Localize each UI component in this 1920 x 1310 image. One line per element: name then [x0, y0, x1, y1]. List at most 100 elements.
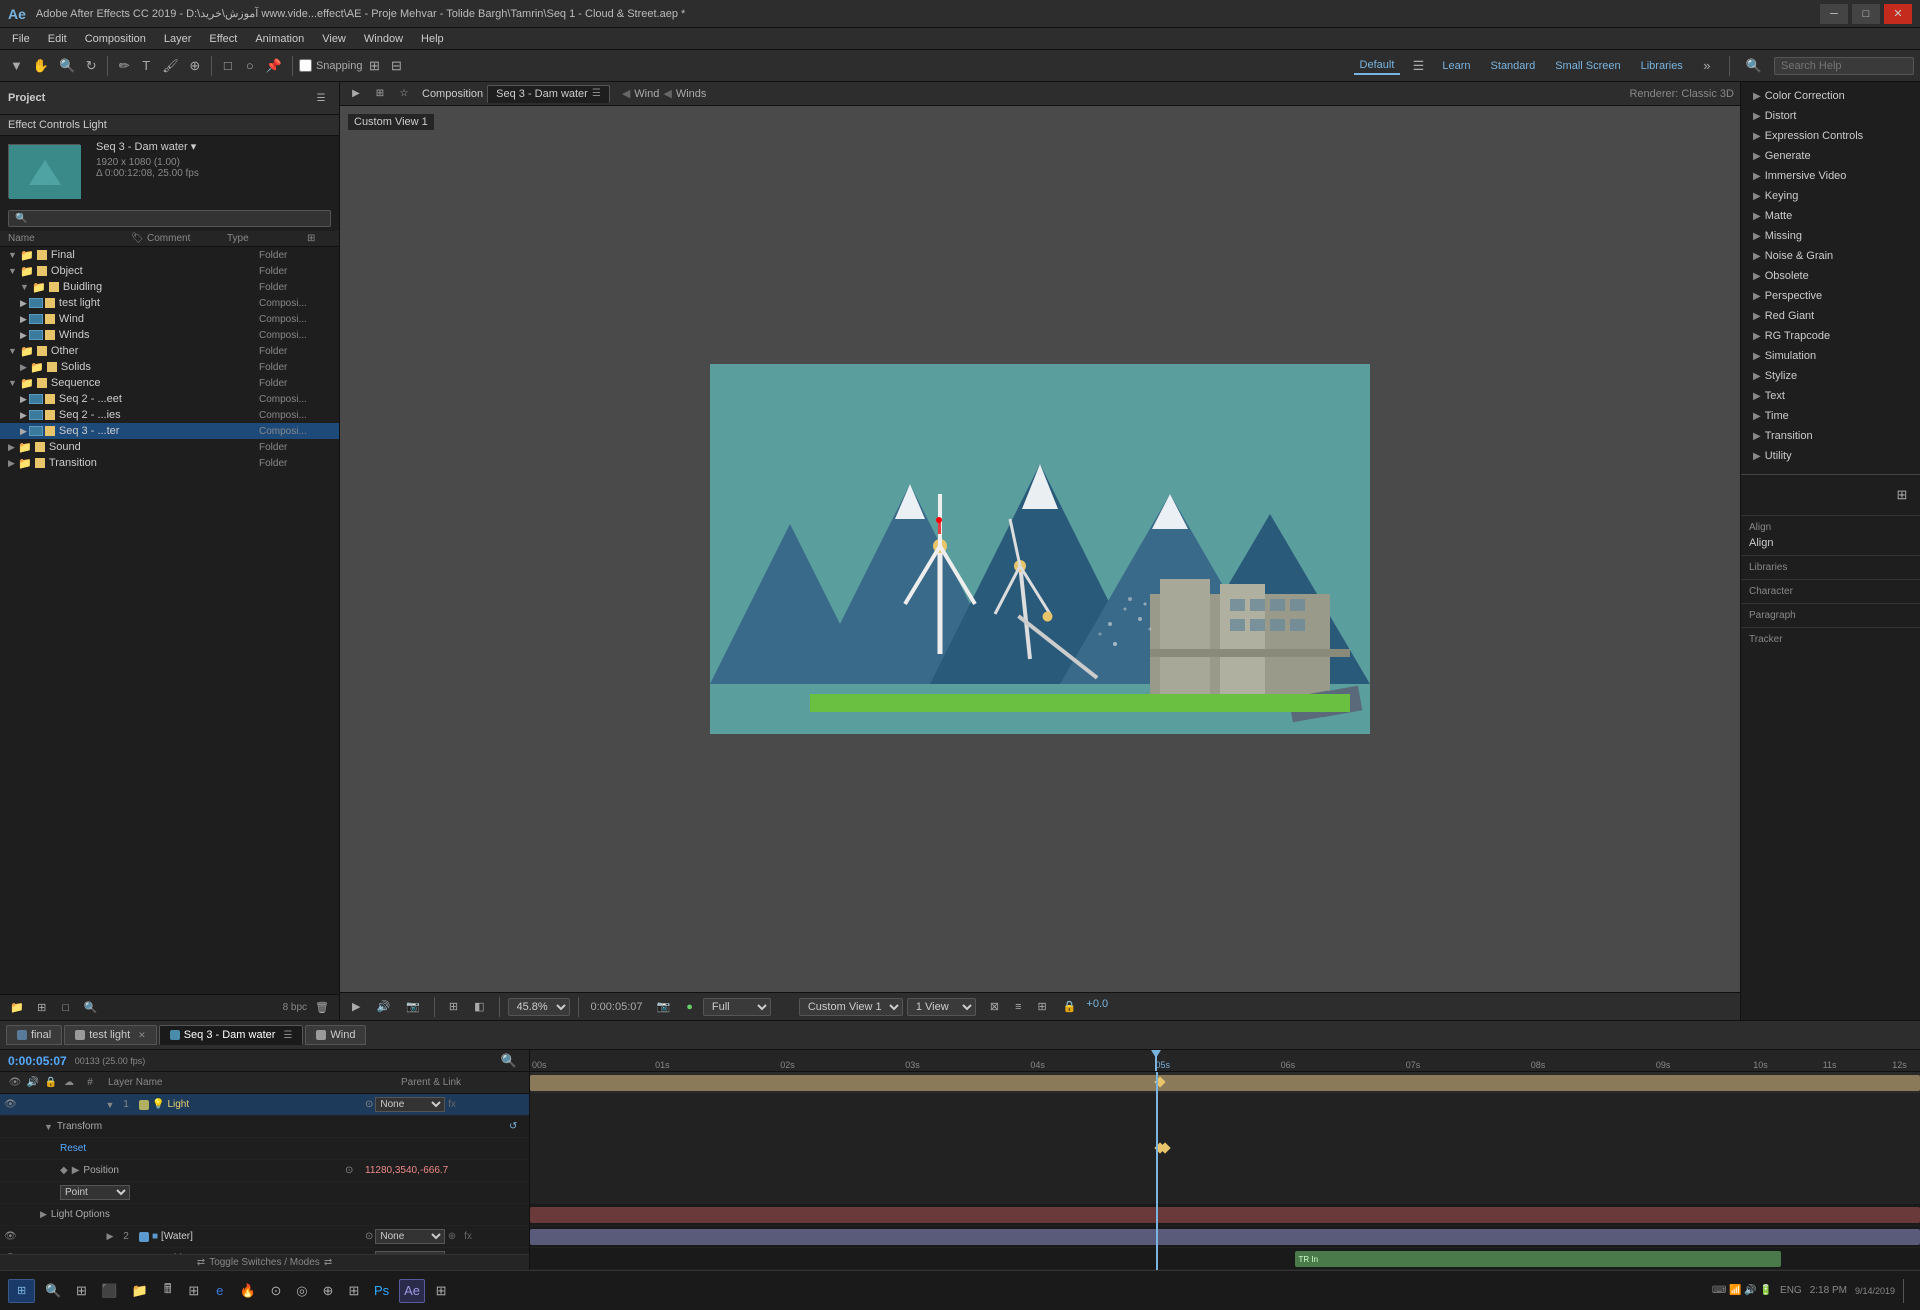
list-item[interactable]: ▶ 📁 Sound Folder [0, 439, 339, 455]
view-mode-dropdown[interactable]: Custom View 1 Active Camera Front Top [799, 998, 903, 1016]
comp-render-button[interactable]: ☆ [394, 82, 414, 106]
list-item[interactable]: ▶ Winds Composi... [0, 327, 339, 343]
comp-settings-button[interactable]: ▶ [346, 82, 366, 106]
menu-help[interactable]: Help [413, 31, 452, 47]
maximize-button[interactable]: □ [1852, 4, 1880, 24]
new-comp-button[interactable]: ⊞ [32, 996, 52, 1020]
pen-tool-button[interactable]: ✏ [114, 54, 134, 78]
composition-tab[interactable]: Seq 3 - Dam water ☰ [487, 85, 610, 103]
text-tool-button[interactable]: T [136, 54, 156, 78]
viewer-camera-button[interactable]: 📷 [651, 998, 677, 1015]
effect-matte[interactable]: ▶ Matte [1741, 206, 1920, 226]
taskbar-app2-button[interactable]: ◎ [292, 1279, 312, 1303]
shape-ellipse-button[interactable]: ○ [240, 54, 260, 78]
effect-time[interactable]: ▶ Time [1741, 406, 1920, 426]
taskbar-chrome-button[interactable]: ⊙ [266, 1279, 286, 1303]
viewer-toggle-3d-button[interactable]: ⊠ [984, 998, 1005, 1015]
list-item[interactable]: ▼ 📁 Buidling Folder [0, 279, 339, 295]
breadcrumb-winds[interactable]: Winds [676, 88, 707, 100]
toggle-switches-button[interactable]: ⇄ [197, 1257, 205, 1268]
layer-row[interactable]: 👁 ▶ 2 ■ [Water] ⊙ None ⊕ fx [0, 1226, 529, 1248]
taskbar-app1-button[interactable]: ⊞ [184, 1279, 204, 1303]
point-type-select[interactable]: Point [60, 1185, 130, 1200]
search-help-input[interactable] [1774, 57, 1914, 75]
shape-rect-button[interactable]: □ [218, 54, 238, 78]
menu-layer[interactable]: Layer [156, 31, 200, 47]
list-item[interactable]: ▶ test light Composi... [0, 295, 339, 311]
timeline-search-button[interactable]: 🔍 [497, 1049, 521, 1073]
list-item[interactable]: ▼ 📁 Final Folder [0, 247, 339, 263]
menu-effect[interactable]: Effect [201, 31, 245, 47]
layer-expand-icon[interactable]: ▼ [104, 1100, 116, 1110]
taskbar-ae-button[interactable]: Ae [399, 1279, 425, 1303]
menu-animation[interactable]: Animation [247, 31, 312, 47]
delete-button[interactable]: 🗑 [311, 996, 333, 1020]
menu-window[interactable]: Window [356, 31, 411, 47]
viewer-grid-button[interactable]: ⊞ [443, 998, 464, 1015]
effect-obsolete[interactable]: ▶ Obsolete [1741, 266, 1920, 286]
layer-row[interactable]: 👁 ▼ 1 💡 Light ⊙ None fx [0, 1094, 529, 1116]
list-item[interactable]: ▼ 📁 Sequence Folder [0, 375, 339, 391]
taskbar-ps-button[interactable]: Ps [370, 1279, 393, 1303]
timeline-tab-final[interactable]: final [6, 1025, 62, 1045]
comp-tab-menu-button[interactable]: ☰ [592, 88, 601, 99]
effect-missing[interactable]: ▶ Missing [1741, 226, 1920, 246]
workspace-menu-button[interactable]: ☰ [1408, 54, 1428, 78]
effect-noise-grain[interactable]: ▶ Noise & Grain [1741, 246, 1920, 266]
effect-immersive-video[interactable]: ▶ Immersive Video [1741, 166, 1920, 186]
project-menu-button[interactable]: ☰ [311, 86, 331, 110]
right-panel-button[interactable]: ⊞ [1892, 483, 1912, 507]
new-solid-button[interactable]: □ [56, 996, 76, 1020]
tab-menu-button[interactable]: ☰ [283, 1030, 292, 1041]
quality-dropdown[interactable]: Full Half Quarter [703, 998, 771, 1016]
effect-generate[interactable]: ▶ Generate [1741, 146, 1920, 166]
grid-btn[interactable]: ⊟ [386, 54, 406, 78]
project-search-input[interactable] [8, 210, 331, 227]
close-button[interactable]: ✕ [1884, 4, 1912, 24]
effect-perspective[interactable]: ▶ Perspective [1741, 286, 1920, 306]
taskbar-edge-button[interactable]: e [210, 1279, 230, 1303]
timeline-tab-seq3[interactable]: Seq 3 - Dam water ☰ [159, 1025, 304, 1045]
zoom-dropdown[interactable]: 45.8% 100% 50% 25% [508, 998, 570, 1016]
menu-composition[interactable]: Composition [77, 31, 154, 47]
list-item[interactable]: ▼ 📁 Object Folder [0, 263, 339, 279]
list-item[interactable]: ▶ 📁 Solids Folder [0, 359, 339, 375]
minimize-button[interactable]: ─ [1820, 4, 1848, 24]
effect-stylize[interactable]: ▶ Stylize [1741, 366, 1920, 386]
search-icon[interactable]: 🔍 [1742, 54, 1766, 78]
zoom-tool-button[interactable]: 🔍 [55, 54, 79, 78]
effect-distort[interactable]: ▶ Distort [1741, 106, 1920, 126]
taskbar-ie-button[interactable]: ⬛ [97, 1279, 121, 1303]
list-item[interactable]: ▶ Seq 2 - ...eet Composi... [0, 391, 339, 407]
taskbar-files-button[interactable]: 📁 [128, 1279, 152, 1303]
viewer-lock-button[interactable]: 🔒 [1057, 998, 1083, 1015]
layer-visibility-icon[interactable]: 👁 [4, 1231, 18, 1242]
select-tool-button[interactable]: ▼ [6, 54, 27, 78]
effect-color-correction[interactable]: ▶ Color Correction [1741, 86, 1920, 106]
viewer-toggle-button[interactable]: ◧ [468, 998, 490, 1015]
effect-expression-controls[interactable]: ▶ Expression Controls [1741, 126, 1920, 146]
taskbar-calc-button[interactable]: 🖩 [158, 1279, 178, 1303]
taskbar-app5-button[interactable]: ⊞ [431, 1279, 451, 1303]
effect-red-giant[interactable]: ▶ Red Giant [1741, 306, 1920, 326]
list-item[interactable]: ▶ Seq 2 - ...ies Composi... [0, 407, 339, 423]
effect-text[interactable]: ▶ Text [1741, 386, 1920, 406]
snapping-checkbox[interactable] [299, 59, 312, 72]
workspace-more-button[interactable]: » [1697, 54, 1717, 78]
list-item[interactable]: ▼ 📁 Other Folder [0, 343, 339, 359]
viewer-preview-button[interactable]: ▶ [346, 998, 366, 1015]
list-item[interactable]: ▶ Wind Composi... [0, 311, 339, 327]
workspace-standard[interactable]: Standard [1485, 58, 1542, 74]
effect-keying[interactable]: ▶ Keying [1741, 186, 1920, 206]
workspace-default[interactable]: Default [1354, 57, 1401, 75]
views-count-dropdown[interactable]: 1 View 2 Views [907, 998, 976, 1016]
rotate-tool-button[interactable]: ↻ [81, 54, 101, 78]
taskbar-firefox-button[interactable]: 🔥 [236, 1279, 260, 1303]
puppet-tool-button[interactable]: 📌 [262, 54, 286, 78]
align-btn[interactable]: ⊞ [364, 54, 384, 78]
viewer-render-button[interactable]: ⊞ [1032, 998, 1053, 1015]
light-opts-expand-icon[interactable]: ▶ [40, 1209, 47, 1220]
workspace-small[interactable]: Small Screen [1549, 58, 1626, 74]
tab-close-icon[interactable]: ✕ [138, 1030, 146, 1041]
tree-options-button[interactable]: ⊞ [307, 233, 315, 244]
